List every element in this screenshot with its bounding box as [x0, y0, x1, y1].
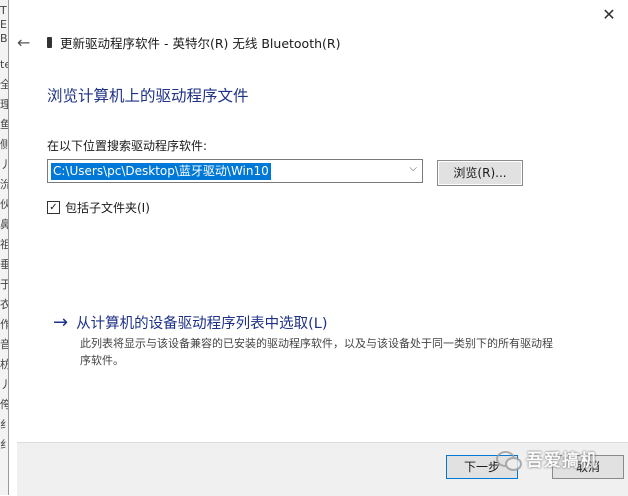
arrow-right-icon[interactable]: →	[53, 312, 68, 333]
bg-glyph: E	[0, 18, 7, 31]
update-driver-dialog: ✕ ← 更新驱动程序软件 - 英特尔(R) 无线 Bluetooth(R) 浏览…	[8, 0, 628, 496]
driver-path-combobox[interactable]: C:\Users\pc\Desktop\蓝牙驱动\Win10 ⌵	[47, 159, 423, 183]
watermark-text: 吾爱搞机	[526, 451, 598, 471]
driver-path-value[interactable]: C:\Users\pc\Desktop\蓝牙驱动\Win10	[51, 163, 271, 180]
search-location-label: 在以下位置搜索驱动程序软件:	[47, 139, 208, 153]
close-button[interactable]: ✕	[599, 5, 619, 25]
pick-from-list-link[interactable]: → 从计算机的设备驱动程序列表中选取(L)	[53, 312, 328, 333]
bg-glyph: T	[0, 4, 7, 17]
bg-glyph: B	[0, 32, 8, 45]
browse-button[interactable]: 浏览(R)...	[437, 160, 523, 186]
pick-from-list-label[interactable]: 从计算机的设备驱动程序列表中选取(L)	[76, 312, 327, 333]
include-subfolders-label[interactable]: 包括子文件夹(I)	[65, 199, 150, 216]
wechat-icon	[496, 449, 522, 471]
include-subfolders-checkbox[interactable]: ✓	[47, 201, 60, 214]
device-icon	[47, 36, 52, 48]
pick-from-list-description: 此列表将显示与该设备兼容的已安装的驱动程序软件，以及与该设备处于同一类别下的所有…	[80, 337, 553, 367]
dialog-title: 更新驱动程序软件 - 英特尔(R) 无线 Bluetooth(R)	[60, 35, 341, 51]
chevron-down-icon[interactable]: ⌵	[409, 163, 417, 174]
back-arrow-icon[interactable]: ←	[17, 33, 39, 52]
page-heading: 浏览计算机上的驱动程序文件	[47, 87, 249, 105]
dialog-titlebar: ← 更新驱动程序软件 - 英特尔(R) 无线 Bluetooth(R)	[17, 30, 340, 54]
include-subfolders-option[interactable]: ✓ 包括子文件夹(I)	[47, 199, 150, 216]
watermark: 吾爱搞机	[496, 446, 598, 471]
